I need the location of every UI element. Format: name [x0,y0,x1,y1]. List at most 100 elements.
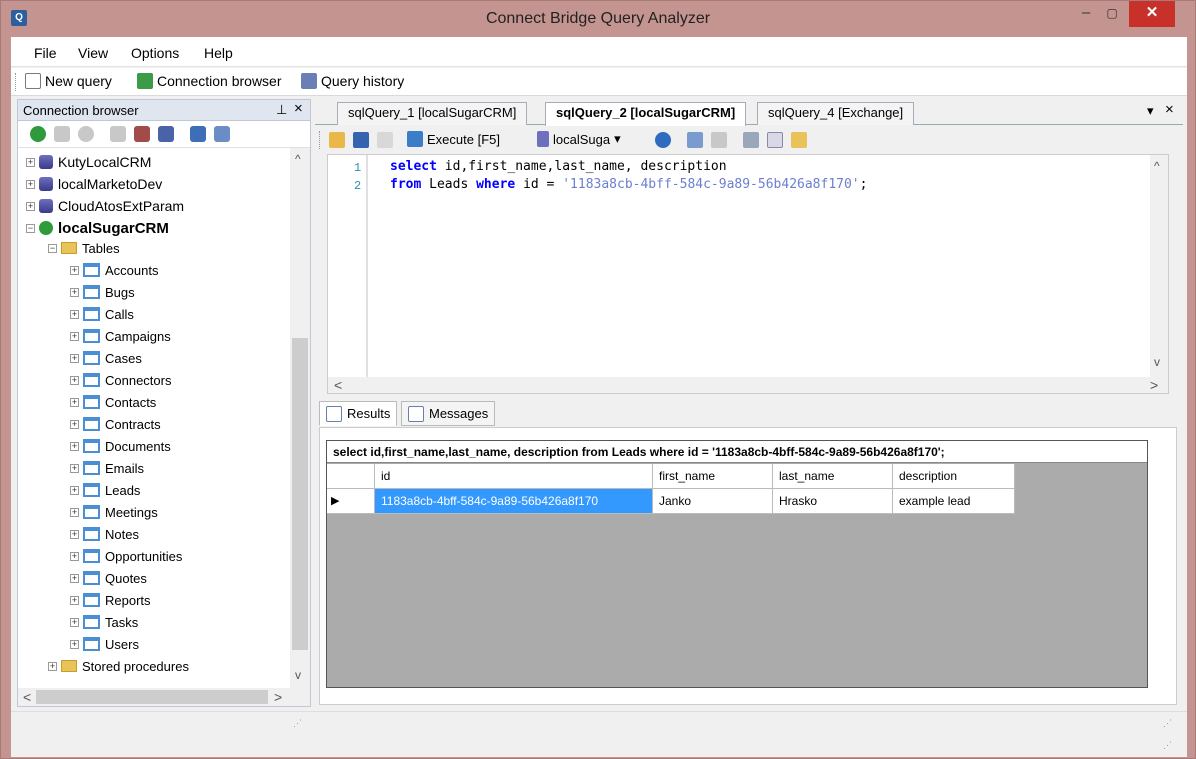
expand-icon[interactable]: + [48,661,57,671]
execute-button[interactable]: Execute [F5] [407,131,500,147]
expand-icon[interactable]: + [70,309,79,319]
scroll-right-icon[interactable]: > [1150,377,1158,393]
menu-view[interactable]: View [78,45,108,61]
tree-node-table[interactable]: + Leads [70,480,140,500]
tree-node-table[interactable]: + Cases [70,348,142,368]
tree-node-localmarketodev[interactable]: + localMarketoDev [26,174,162,194]
scroll-thumb[interactable] [292,338,308,650]
row-marker-icon[interactable]: ▶ [327,489,375,514]
tab-sqlquery-2[interactable]: sqlQuery_2 [localSugarCRM] [545,102,747,126]
expand-icon[interactable]: + [70,551,79,561]
scroll-thumb[interactable] [36,690,268,704]
tab-messages[interactable]: Messages [401,401,496,426]
tree-node-cloudatosextparam[interactable]: + CloudAtosExtParam [26,196,184,216]
tree-node-table[interactable]: + Connectors [70,370,171,390]
collapse-icon[interactable]: − [26,223,35,233]
expand-icon[interactable]: + [70,397,79,407]
tree-node-table[interactable]: + Documents [70,436,171,456]
editor-horizontal-scrollbar[interactable]: < > [328,377,1168,393]
tree-node-table[interactable]: + Quotes [70,568,147,588]
tree-node-tables[interactable]: − Tables [48,238,120,258]
query-history-button[interactable]: Query history [301,73,404,89]
database-red-icon[interactable] [134,126,150,142]
tab-sqlquery-4[interactable]: sqlQuery_4 [Exchange] [757,102,915,125]
menu-options[interactable]: Options [131,45,179,61]
title-bar[interactable]: Q Connect Bridge Query Analyzer – ▢ ✕ [1,1,1195,37]
editor-vertical-scrollbar[interactable]: ^ v [1150,155,1168,377]
panel-close-icon[interactable]: × [294,100,303,117]
code-line[interactable]: from Leads where id = '1183a8cb-4bff-584… [390,177,867,192]
table-cell-id[interactable]: 1183a8cb-4bff-584c-9a89-56b426a8f170 [375,489,653,514]
export-icon[interactable] [214,126,230,142]
scroll-up-icon[interactable]: ^ [1154,159,1160,173]
expand-icon[interactable]: + [26,179,35,189]
scroll-right-icon[interactable]: > [274,689,282,705]
connection-browser-button[interactable]: Connection browser [137,73,282,89]
close-button[interactable]: ✕ [1129,1,1175,27]
tree-node-kutylocalcrm[interactable]: + KutyLocalCRM [26,152,151,172]
column-header-description[interactable]: description [893,464,1015,489]
expand-icon[interactable]: + [70,463,79,473]
database-blue-icon[interactable] [158,126,174,142]
expand-icon[interactable]: + [70,595,79,605]
disconnect-icon[interactable] [110,126,126,142]
close-tab-icon[interactable]: × [1165,101,1174,118]
column-header-id[interactable]: id [375,464,653,489]
column-header-first-name[interactable]: first_name [653,464,773,489]
save-as-icon[interactable] [377,132,393,148]
expand-icon[interactable]: + [70,419,79,429]
expand-icon[interactable]: + [70,573,79,583]
scroll-left-icon[interactable]: < [23,689,31,705]
menu-file[interactable]: File [34,45,57,61]
scroll-down-icon[interactable]: v [295,668,301,682]
sql-editor[interactable]: 1 2 select id,first_name,last_name, desc… [327,154,1169,394]
tree-node-localsugarcrm[interactable]: − localSugarCRM [26,218,169,238]
tab-sqlquery-1[interactable]: sqlQuery_1 [localSugarCRM] [337,102,528,125]
tree-node-table[interactable]: + Accounts [70,260,158,280]
scroll-left-icon[interactable]: < [334,377,342,393]
expand-icon[interactable]: + [26,157,35,167]
code-line[interactable]: select id,first_name,last_name, descript… [390,159,727,174]
tree-node-table[interactable]: + Meetings [70,502,158,522]
toolbar-grip[interactable] [15,73,18,91]
tree-node-table[interactable]: + Opportunities [70,546,182,566]
menu-help[interactable]: Help [204,45,233,61]
tree-horizontal-scrollbar[interactable]: < > [18,688,310,706]
tree-node-table[interactable]: + Reports [70,590,151,610]
undo-icon[interactable] [687,132,703,148]
redo-icon[interactable] [711,132,727,148]
expand-icon[interactable]: + [70,529,79,539]
maximize-button[interactable]: ▢ [1097,1,1127,27]
cut-icon[interactable] [743,132,759,148]
refresh-icon[interactable] [190,126,206,142]
add-connection-icon[interactable] [30,126,46,142]
expand-icon[interactable]: + [70,287,79,297]
resize-grip-icon[interactable]: ⋰ [293,718,302,729]
column-header-last-name[interactable]: last_name [773,464,893,489]
expand-icon[interactable]: + [70,485,79,495]
expand-icon[interactable]: + [26,201,35,211]
connection-select[interactable]: localSuga ▾ [537,131,621,147]
tree-node-table[interactable]: + Tasks [70,612,138,632]
grid-corner[interactable] [327,464,375,489]
resize-grip-icon[interactable]: ⋰ [1163,740,1172,751]
tree-node-table[interactable]: + Contracts [70,414,161,434]
remove-connection-icon[interactable] [78,126,94,142]
tree-node-table[interactable]: + Users [70,634,139,654]
expand-icon[interactable]: + [70,375,79,385]
toolbar-grip[interactable] [319,131,322,149]
pin-icon[interactable]: ⊥ [276,102,287,118]
copy-icon[interactable] [767,132,783,148]
expand-icon[interactable]: + [70,265,79,275]
expand-icon[interactable]: + [70,441,79,451]
table-cell-description[interactable]: example lead [893,489,1015,514]
tree-node-table[interactable]: + Campaigns [70,326,171,346]
expand-icon[interactable]: + [70,353,79,363]
paste-icon[interactable] [791,132,807,148]
scroll-down-icon[interactable]: v [1154,355,1160,369]
table-cell-first-name[interactable]: Janko [653,489,773,514]
scroll-up-icon[interactable]: ^ [295,152,301,166]
collapse-icon[interactable]: − [48,243,57,253]
tree-node-table[interactable]: + Emails [70,458,144,478]
at-sign-icon[interactable] [655,132,671,148]
